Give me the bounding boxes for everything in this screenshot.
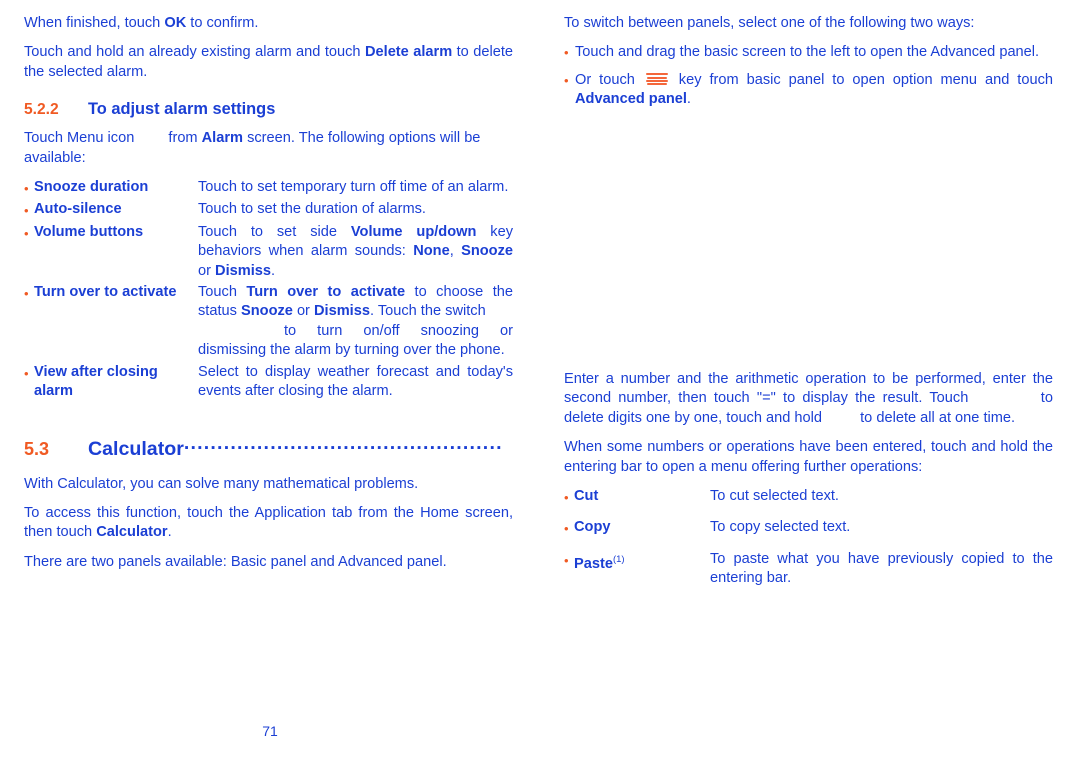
emphasis-volume-up-down: Volume up/down [350, 223, 477, 240]
text-fragment: Touch Menu icon [24, 130, 135, 147]
paragraph-when-finished: When finished, touch OK to confirm. [24, 14, 513, 33]
paragraph-enter-number: Enter a number and the arithmetic operat… [564, 370, 1053, 428]
right-page-column: To switch between panels, select one of … [564, 14, 1053, 118]
text-fragment: , [449, 243, 462, 260]
text-fragment: Or touch [575, 71, 643, 88]
option-term: Snooze duration [34, 179, 149, 196]
text-fragment: Enter a number and the arithmetic operat… [564, 371, 1053, 407]
emphasis-dismiss: Dismiss [215, 262, 272, 279]
list-item-view-after-closing-alarm: • View after closing alarm Select to dis… [24, 363, 513, 402]
text-fragment: . [686, 91, 691, 108]
text-fragment: Touch [198, 284, 247, 301]
emphasis-advanced-panel: Advanced panel [575, 91, 687, 108]
list-item-or-touch-menu-key: • Or touch key from basic panel to open … [564, 71, 1053, 110]
left-page: When finished, touch OK to confirm. Touc… [0, 0, 540, 767]
list-item-drag-basic-screen: • Touch and drag the basic screen to the… [564, 43, 1053, 62]
option-term: Paste(1) [574, 550, 710, 574]
text-fragment: Touch and hold an already existing alarm… [24, 44, 365, 61]
menu-key-icon [645, 72, 668, 85]
paragraph-access-calculator: To access this function, touch the Appli… [24, 504, 513, 543]
list-item-snooze-duration: • Snooze duration Touch to set temporary… [24, 178, 513, 198]
right-page: To switch between panels, select one of … [540, 0, 1080, 767]
emphasis-snooze: Snooze [241, 303, 293, 320]
emphasis-snooze: Snooze [461, 243, 513, 260]
option-description: Touch to set side Volume up/down key beh… [198, 223, 513, 281]
text-fragment: to confirm. [186, 15, 259, 31]
right-page-lower-column: Enter a number and the arithmetic operat… [564, 370, 1053, 591]
option-term: Copy [574, 519, 611, 536]
switch-icon-continuation: to turn on/off snoozing or dismissing th… [198, 322, 513, 361]
emphasis-alarm: Alarm [201, 130, 244, 147]
heading-title-text: Calculator [88, 437, 184, 460]
option-term: Auto-silence [34, 201, 122, 218]
text-fragment: key from basic panel to open option menu… [670, 71, 1053, 88]
heading-number: 5.3 [24, 438, 50, 459]
paragraph-entering-bar-menu: When some numbers or operations have bee… [564, 439, 1053, 475]
text-fragment: Touch to set side [198, 223, 351, 240]
paragraph-delete-alarm: Touch and hold an already existing alarm… [24, 43, 513, 82]
option-term: Volume buttons [34, 223, 144, 240]
option-description: To cut selected text. [710, 488, 839, 505]
list-item-cut: • Cut To cut selected text. [564, 487, 1053, 507]
emphasis-dismiss: Dismiss [313, 303, 370, 320]
bullet-icon: • [24, 203, 29, 219]
emphasis-delete-alarm: Delete alarm [364, 44, 453, 61]
emphasis-calculator: Calculator [96, 524, 168, 541]
option-description: Touch to set the duration of alarms. [198, 201, 426, 218]
paragraph-calculator-intro: With Calculator, you can solve many math… [24, 475, 419, 492]
page-number-left: 71 [262, 723, 278, 739]
list-item-turn-over-to-activate: • Turn over to activate Touch Turn over … [24, 283, 513, 361]
bullet-icon: • [564, 45, 569, 61]
text-fragment: to turn on/off snoozing or dismissing th… [198, 322, 513, 359]
heading-5-2-2: 5.2.2 To adjust alarm settings [24, 100, 513, 119]
heading-title: Calculator..............................… [88, 432, 503, 461]
paragraph-two-panels: There are two panels available: Basic pa… [24, 553, 447, 570]
left-page-column: When finished, touch OK to confirm. Touc… [24, 14, 513, 572]
bullet-icon: • [564, 521, 569, 537]
option-term: View after closing alarm [34, 363, 158, 400]
heading-title: To adjust alarm settings [88, 100, 276, 119]
option-term: Cut [574, 488, 599, 505]
option-term-text: Paste [574, 555, 613, 572]
text-fragment: from [164, 130, 202, 147]
heading-5-3-calculator: 5.3 Calculator..........................… [24, 432, 513, 461]
footnote-marker: (1) [612, 553, 625, 565]
text-fragment: or [198, 262, 216, 279]
option-description: Touch Turn over to activate to choose th… [198, 283, 513, 361]
heading-number: 5.2.2 [24, 101, 59, 119]
text-fragment: . [271, 262, 276, 279]
text-fragment: to delete all at one time. [856, 409, 1016, 426]
emphasis-none: None [413, 243, 450, 260]
text-fragment: . [167, 524, 172, 541]
switch-panel-list: • Touch and drag the basic screen to the… [564, 43, 1053, 109]
paragraph-touch-menu-icon: Touch Menu icon from Alarm screen. The f… [24, 129, 513, 168]
option-description: Touch to set temporary turn off time of … [198, 179, 509, 196]
bullet-icon: • [24, 181, 29, 197]
bullet-icon: • [24, 286, 29, 302]
option-description: To paste what you have previously copied… [710, 550, 1053, 587]
option-description: To copy selected text. [710, 519, 851, 536]
bullet-icon: • [564, 490, 569, 506]
list-item-text: Or touch key from basic panel to open op… [575, 71, 1053, 110]
bullet-icon: • [24, 225, 29, 241]
option-description: Select to display weather forecast and t… [198, 363, 513, 400]
bullet-icon: • [564, 72, 569, 88]
emphasis-ok: OK [164, 15, 187, 31]
text-fragment: When finished, touch [24, 15, 165, 31]
dot-leader: ........................................… [183, 431, 503, 454]
clipboard-operations-list: • Cut To cut selected text. • Copy To co… [564, 487, 1053, 589]
alarm-settings-list: • Snooze duration Touch to set temporary… [24, 178, 513, 401]
list-item-paste: • Paste(1) To paste what you have previo… [564, 550, 1053, 589]
bullet-icon: • [564, 552, 569, 568]
text-fragment: . Touch the switch [369, 303, 486, 320]
paragraph-switch-panels: To switch between panels, select one of … [564, 15, 975, 31]
list-item-copy: • Copy To copy selected text. [564, 518, 1053, 538]
list-item-auto-silence: • Auto-silence Touch to set the duration… [24, 200, 513, 220]
list-item-text: Touch and drag the basic screen to the l… [575, 44, 1040, 61]
emphasis-turn-over-to-activate: Turn over to activate [246, 284, 406, 301]
list-item-volume-buttons: • Volume buttons Touch to set side Volum… [24, 223, 513, 281]
bullet-icon: • [24, 365, 29, 381]
text-fragment: or [292, 303, 314, 320]
option-term: Turn over to activate [34, 284, 177, 301]
